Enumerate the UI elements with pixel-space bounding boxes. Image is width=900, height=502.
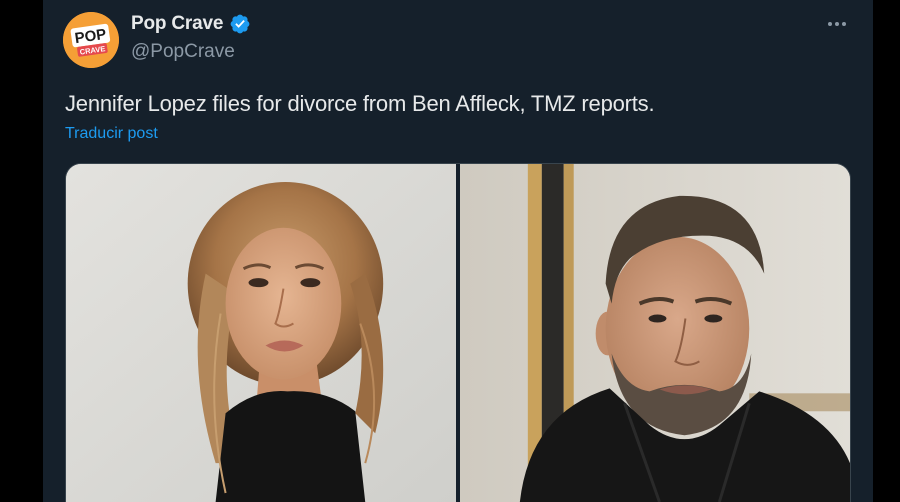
post-media bbox=[65, 163, 851, 502]
author-name-row: Pop Crave bbox=[131, 13, 251, 35]
tweet-card: POP CRAVE Pop Crave @PopCrave Jennifer L… bbox=[43, 0, 873, 502]
portrait-woman-image bbox=[66, 164, 456, 502]
more-options-button[interactable] bbox=[819, 12, 855, 36]
pop-crave-logo-icon: POP CRAVE bbox=[63, 12, 119, 68]
more-options-icon bbox=[828, 22, 832, 26]
translate-post-link[interactable]: Traducir post bbox=[65, 125, 158, 143]
portrait-man-image bbox=[460, 164, 850, 502]
author-display-name[interactable]: Pop Crave bbox=[131, 13, 223, 35]
photo-jennifer-lopez[interactable] bbox=[66, 164, 456, 502]
verified-badge-icon[interactable] bbox=[229, 13, 251, 35]
author-avatar[interactable]: POP CRAVE bbox=[63, 12, 119, 68]
photo-ben-affleck[interactable] bbox=[460, 164, 850, 502]
author-handle[interactable]: @PopCrave bbox=[131, 41, 235, 63]
post-text: Jennifer Lopez files for divorce from Be… bbox=[65, 91, 655, 116]
